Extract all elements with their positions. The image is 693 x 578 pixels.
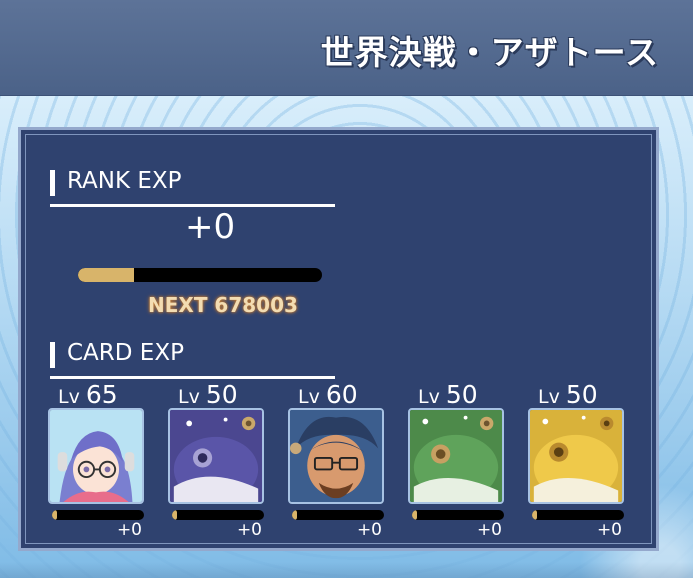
- card-exp-gain: +0: [356, 520, 382, 540]
- card-level: Lv 50: [538, 380, 598, 409]
- card-slot-3[interactable]: Lv 60 +0: [288, 380, 388, 545]
- card-exp-fill: [172, 510, 177, 520]
- section-marker: [50, 170, 55, 196]
- rank-exp-gain: +0: [185, 207, 236, 247]
- yellow-blob-creature-portrait[interactable]: [528, 408, 624, 504]
- section-marker: [50, 342, 55, 368]
- card-exp-gain: +0: [236, 520, 262, 540]
- card-exp-fill: [292, 510, 297, 520]
- bottom-edge: [0, 562, 693, 578]
- card-exp-bar: [292, 510, 384, 520]
- card-slot-5[interactable]: Lv 50 +0: [528, 380, 628, 545]
- card-slot-2[interactable]: Lv 50 +0: [168, 380, 268, 545]
- rank-exp-label: RANK EXP: [67, 168, 182, 194]
- girl-with-glasses-portrait[interactable]: [48, 408, 144, 504]
- rank-exp-fill: [78, 268, 135, 282]
- card-exp-gain: +0: [116, 520, 142, 540]
- card-slot-4[interactable]: Lv 50 +0: [408, 380, 508, 545]
- section-underline: [50, 376, 335, 379]
- green-blob-creature-portrait[interactable]: [408, 408, 504, 504]
- card-exp-label: CARD EXP: [67, 340, 184, 366]
- card-exp-fill: [412, 510, 417, 520]
- card-exp-gain: +0: [596, 520, 622, 540]
- card-exp-fill: [52, 510, 57, 520]
- man-with-glasses-portrait[interactable]: [288, 408, 384, 504]
- page-title: 世界決戦・アザトース: [320, 33, 659, 72]
- card-level: Lv 50: [178, 380, 238, 409]
- card-exp-bar: [412, 510, 504, 520]
- card-level: Lv 65: [58, 380, 118, 409]
- header-bar: 世界決戦・アザトース: [0, 0, 693, 96]
- card-slot-1[interactable]: Lv 65 +0: [48, 380, 148, 545]
- card-exp-gain: +0: [476, 520, 502, 540]
- card-level: Lv 60: [298, 380, 358, 409]
- purple-blob-creature-portrait[interactable]: [168, 408, 264, 504]
- card-exp-bar: [532, 510, 624, 520]
- rank-exp-bar: [78, 268, 322, 282]
- card-exp-bar: [172, 510, 264, 520]
- card-level: Lv 50: [418, 380, 478, 409]
- card-exp-bar: [52, 510, 144, 520]
- card-exp-fill: [532, 510, 537, 520]
- next-rank-exp: NEXT 678003: [148, 293, 298, 317]
